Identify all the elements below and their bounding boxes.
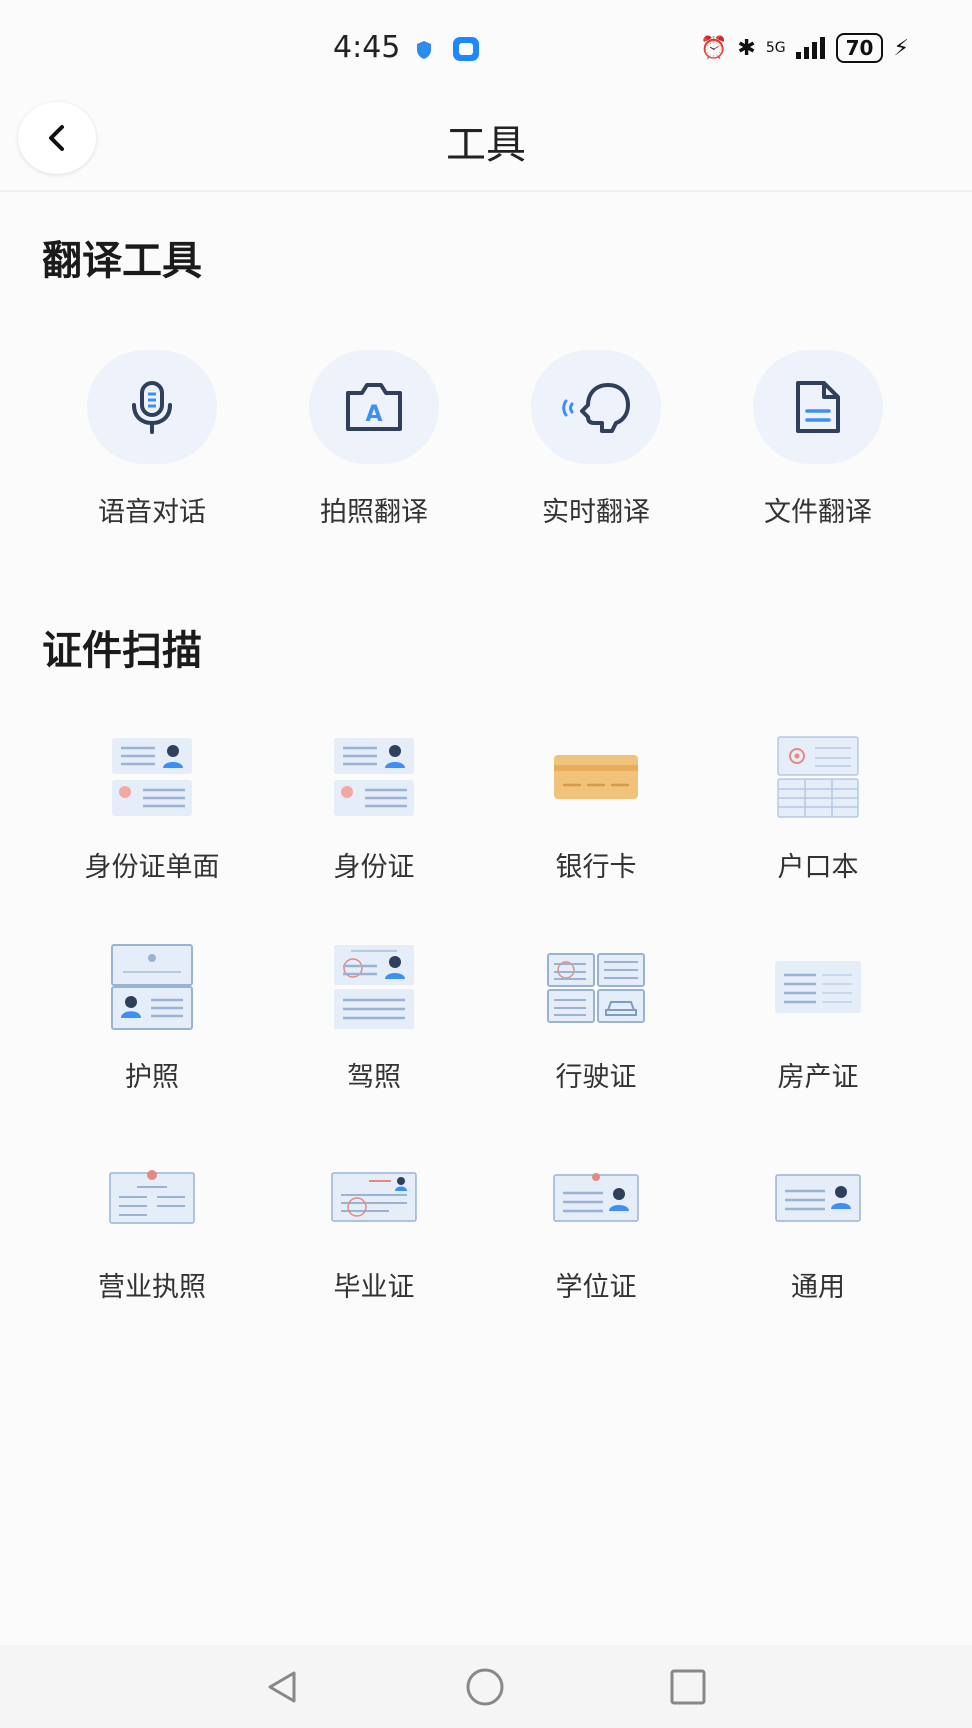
status-bar: 4:45 ⏰ ✱ 5G 70 ⚡ [0, 0, 972, 100]
doc-driver-license[interactable]: 驾照 [279, 937, 469, 1094]
passport-icon [111, 944, 193, 1030]
tool-label: 拍照翻译 [320, 497, 428, 528]
status-icons: ⏰ ✱ 5G 70 ⚡ [700, 33, 909, 63]
nav-recents-icon[interactable] [668, 1667, 708, 1707]
doc-general[interactable]: 通用 [723, 1147, 913, 1304]
tool-icon-bg [531, 350, 661, 464]
vehicle-license-icon [547, 953, 645, 1023]
battery-indicator: 70 [835, 33, 884, 63]
microphone-icon [132, 381, 172, 434]
business-license-icon [109, 1170, 195, 1224]
header-divider [0, 190, 972, 192]
doc-label: 营业执照 [98, 1272, 206, 1303]
system-nav-bar [0, 1645, 972, 1728]
doc-graduation-certificate[interactable]: 毕业证 [279, 1147, 469, 1304]
tool-label: 语音对话 [98, 497, 206, 528]
doc-property-certificate[interactable]: 房产证 [723, 937, 913, 1094]
doc-label: 毕业证 [333, 1272, 415, 1303]
id-card-icon [334, 738, 414, 816]
tool-icon-bg [753, 350, 883, 464]
live-voice-icon [562, 383, 630, 433]
doc-household-register[interactable]: 户口本 [723, 727, 913, 884]
degree-certificate-icon [553, 1173, 639, 1222]
charging-icon: ⚡ [893, 35, 909, 61]
doc-label: 银行卡 [555, 852, 637, 883]
svg-text:A: A [365, 402, 382, 427]
doc-degree-certificate[interactable]: 学位证 [501, 1147, 691, 1304]
doc-passport[interactable]: 护照 [57, 937, 247, 1094]
doc-id-card[interactable]: 身份证 [279, 727, 469, 884]
doc-label: 学位证 [555, 1272, 637, 1303]
document-icon [796, 381, 840, 433]
doc-label: 房产证 [777, 1062, 859, 1093]
section-title-scan: 证件扫描 [42, 628, 202, 674]
driver-license-icon [334, 945, 414, 1029]
nav-back-icon[interactable] [262, 1667, 302, 1707]
tool-photo-translate[interactable]: A 拍照翻译 [294, 350, 454, 529]
graduation-certificate-icon [331, 1172, 417, 1222]
bluetooth-icon: ✱ [737, 35, 756, 61]
signal-icon [795, 37, 825, 59]
doc-label: 通用 [791, 1272, 845, 1303]
tool-label: 实时翻译 [542, 497, 650, 528]
camera-translate-icon: A [346, 383, 402, 431]
tool-live-translate[interactable]: 实时翻译 [516, 350, 676, 529]
status-time: 4:45 [333, 30, 401, 65]
doc-vehicle-license[interactable]: 行驶证 [501, 937, 691, 1094]
doc-label: 户口本 [777, 852, 859, 883]
id-card-single-icon [112, 738, 192, 816]
household-register-icon [777, 736, 859, 818]
general-document-icon [775, 1174, 861, 1222]
section-title-translate: 翻译工具 [42, 238, 202, 284]
app-notification-icon [453, 37, 479, 61]
bank-card-icon [554, 755, 638, 799]
doc-id-card-single[interactable]: 身份证单面 [57, 727, 247, 884]
doc-label: 行驶证 [555, 1062, 637, 1093]
doc-bank-card[interactable]: 银行卡 [501, 727, 691, 884]
tool-icon-bg: A [309, 350, 439, 464]
tool-label: 文件翻译 [764, 497, 872, 528]
doc-label: 驾照 [347, 1062, 401, 1093]
tool-icon-bg [87, 350, 217, 464]
page-title: 工具 [446, 122, 526, 168]
doc-label: 护照 [125, 1062, 179, 1093]
property-certificate-icon [775, 961, 861, 1013]
tool-voice-dialogue[interactable]: 语音对话 [72, 350, 232, 529]
nav-home-icon[interactable] [465, 1667, 505, 1707]
shield-icon [417, 41, 431, 59]
doc-business-license[interactable]: 营业执照 [57, 1147, 247, 1304]
tool-file-translate[interactable]: 文件翻译 [738, 350, 898, 529]
doc-label: 身份证单面 [84, 852, 220, 883]
network-label: 5G [765, 40, 786, 56]
doc-label: 身份证 [333, 852, 415, 883]
alarm-icon: ⏰ [700, 35, 728, 61]
